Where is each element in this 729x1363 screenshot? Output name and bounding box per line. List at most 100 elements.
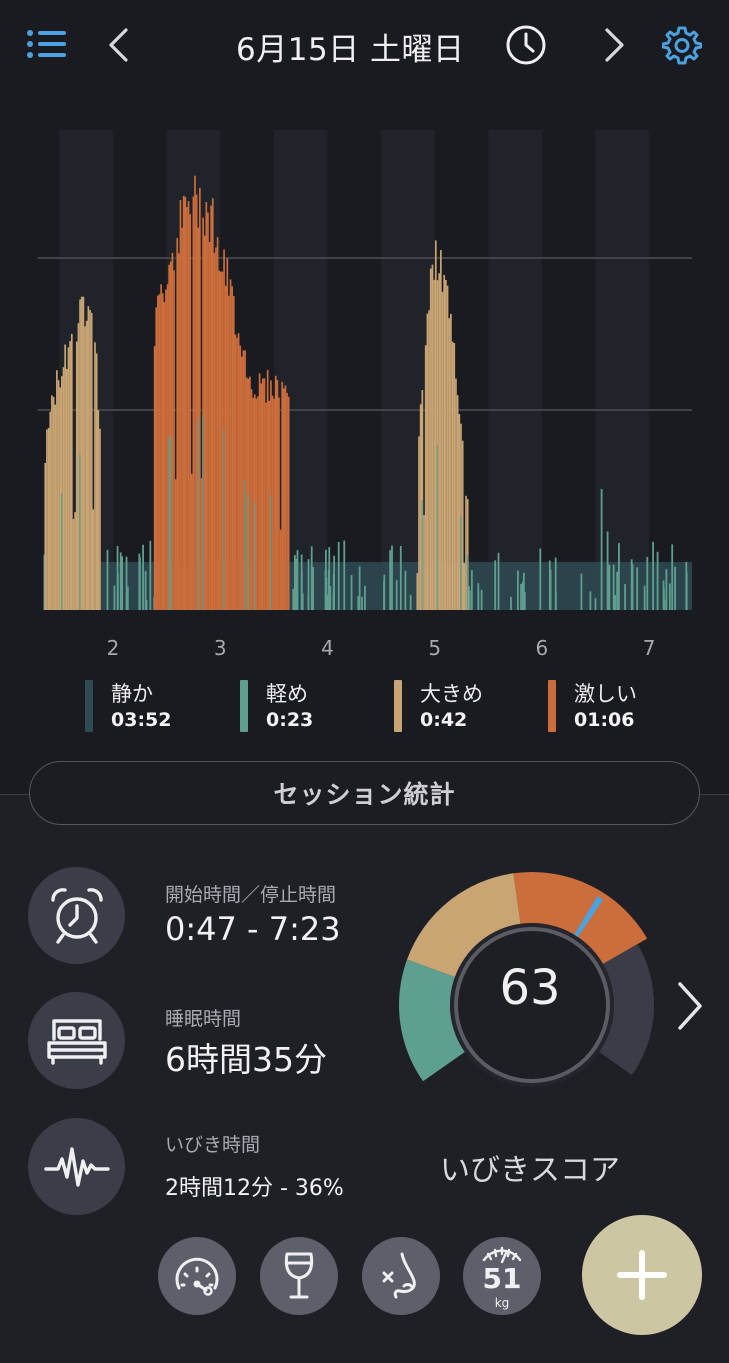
light-snore-spike: [510, 596, 512, 610]
chevron-right-icon[interactable]: [597, 22, 633, 68]
bed-icon: [46, 1018, 107, 1065]
snore-episode-bar: [255, 398, 258, 610]
snore-episode-bar: [423, 514, 425, 610]
snore-episode-bar: [59, 387, 62, 610]
legend-swatch: [394, 680, 402, 732]
snore-episode-bar: [228, 295, 230, 610]
alarm-clock-icon: [50, 887, 103, 944]
snore-episode-bar: [64, 344, 67, 610]
hour-band: [595, 130, 650, 610]
light-snore-spike: [144, 570, 147, 610]
snore-episode-bar: [70, 333, 73, 610]
light-snore-spike: [589, 591, 592, 610]
light-snore-spike: [665, 569, 668, 610]
snore-episode-bar: [261, 378, 264, 610]
snore-episode-bar: [287, 396, 290, 610]
gear-icon[interactable]: [659, 22, 705, 68]
snore-episode-bar: [52, 397, 55, 610]
snore-episode-bar: [419, 404, 422, 610]
snore-episode-bar: [56, 370, 58, 610]
snore-episode-bar: [190, 473, 193, 610]
x-tick-label: 4: [321, 636, 334, 660]
light-snore-spike: [520, 583, 522, 610]
snore-episode-bar: [89, 310, 91, 610]
light-snore-spike: [125, 556, 128, 610]
light-snore-spike: [608, 564, 611, 610]
legend-label: 静か: [111, 682, 153, 706]
light-snore-spike: [554, 557, 557, 610]
date-title: 6月15日 土曜日: [236, 31, 465, 68]
alcohol-button[interactable]: [260, 1237, 338, 1315]
light-snore-spike: [636, 567, 639, 610]
light-snore-spike: [399, 545, 402, 610]
nasal-button[interactable]: [362, 1237, 440, 1315]
speedometer-button[interactable]: [158, 1237, 236, 1315]
snore-episode-bar: [232, 296, 235, 610]
light-snore-spike: [325, 577, 328, 610]
snore-episode-bar: [465, 495, 467, 610]
snore-episode-bar: [153, 346, 156, 610]
snore-episode-bar: [157, 295, 159, 610]
light-snore-spike: [328, 547, 331, 610]
snore-episode-bar: [463, 563, 466, 610]
snore-episode-bar: [179, 200, 182, 611]
snore-episode-bar: [57, 380, 60, 610]
x-tick-label: 2: [107, 636, 120, 660]
snore-episode-bar: [229, 279, 232, 610]
snore-episode-bar: [441, 291, 444, 610]
session-stats-button[interactable]: セッション統計: [29, 761, 700, 825]
light-snore-spike: [357, 596, 360, 610]
snore-episode-bar: [189, 214, 192, 610]
plus-icon: [617, 1250, 667, 1300]
chevron-left-icon[interactable]: [100, 22, 136, 68]
legend-swatch: [85, 680, 93, 732]
light-snore-spike: [307, 594, 310, 610]
snore-episode-bar: [245, 377, 248, 610]
snore-episode-bar: [182, 195, 185, 610]
light-snore-spike: [685, 561, 688, 610]
light-snore-spike: [580, 573, 583, 610]
light-snore-spike: [663, 599, 666, 610]
light-snore-spike: [247, 494, 249, 610]
light-snore-spike: [361, 596, 363, 610]
snore-episode-bar: [450, 313, 452, 610]
light-snore-spike: [149, 540, 152, 610]
snore-episode-bar: [224, 285, 227, 610]
weight-unit: kg: [494, 1296, 510, 1310]
score-detail-chevron-icon[interactable]: [672, 980, 706, 1036]
light-snore-spike: [477, 583, 480, 610]
snore-episode-bar: [171, 252, 174, 610]
snore-episode-bar: [443, 274, 446, 610]
snore-episode-bar: [274, 375, 277, 610]
snore-episode-bar: [236, 337, 238, 610]
light-snore-spike: [139, 557, 141, 610]
snore-episode-bar: [205, 201, 208, 610]
clock-icon[interactable]: [503, 22, 549, 68]
x-tick-label: 6: [536, 636, 549, 660]
snore-time-icon-button: [28, 1118, 125, 1215]
legend-label: 激しい: [574, 682, 637, 706]
light-snore-spike: [391, 545, 393, 610]
snore-time-value: 2時間12分 - 36%: [165, 1176, 344, 1201]
start-stop-time-icon-button: [28, 867, 125, 964]
light-snore-spike: [614, 595, 617, 610]
snore-episode-bar: [271, 395, 274, 610]
snore-episode-bar: [216, 237, 219, 610]
snore-episode-bar: [47, 427, 50, 610]
light-snore-spike: [270, 495, 272, 610]
menu-icon[interactable]: [24, 24, 70, 64]
snore-episode-bar: [451, 341, 454, 610]
snore-episode-bar: [211, 198, 214, 610]
snore-intensity-chart: 2 3 4 5 6 7: [38, 130, 693, 660]
snore-episode-bar: [279, 529, 282, 610]
snore-episode-bar: [455, 378, 457, 610]
add-button[interactable]: [582, 1215, 702, 1335]
snore-score-label: いびきスコア: [440, 1153, 620, 1188]
snore-episode-bar: [221, 271, 224, 610]
snore-episode-bar: [46, 429, 48, 610]
legend-swatch: [548, 680, 556, 732]
light-snore-spike: [409, 594, 412, 610]
snore-episode-bar: [257, 396, 259, 610]
snore-episode-bar: [184, 196, 187, 610]
legend-value: 03:52: [111, 709, 172, 731]
